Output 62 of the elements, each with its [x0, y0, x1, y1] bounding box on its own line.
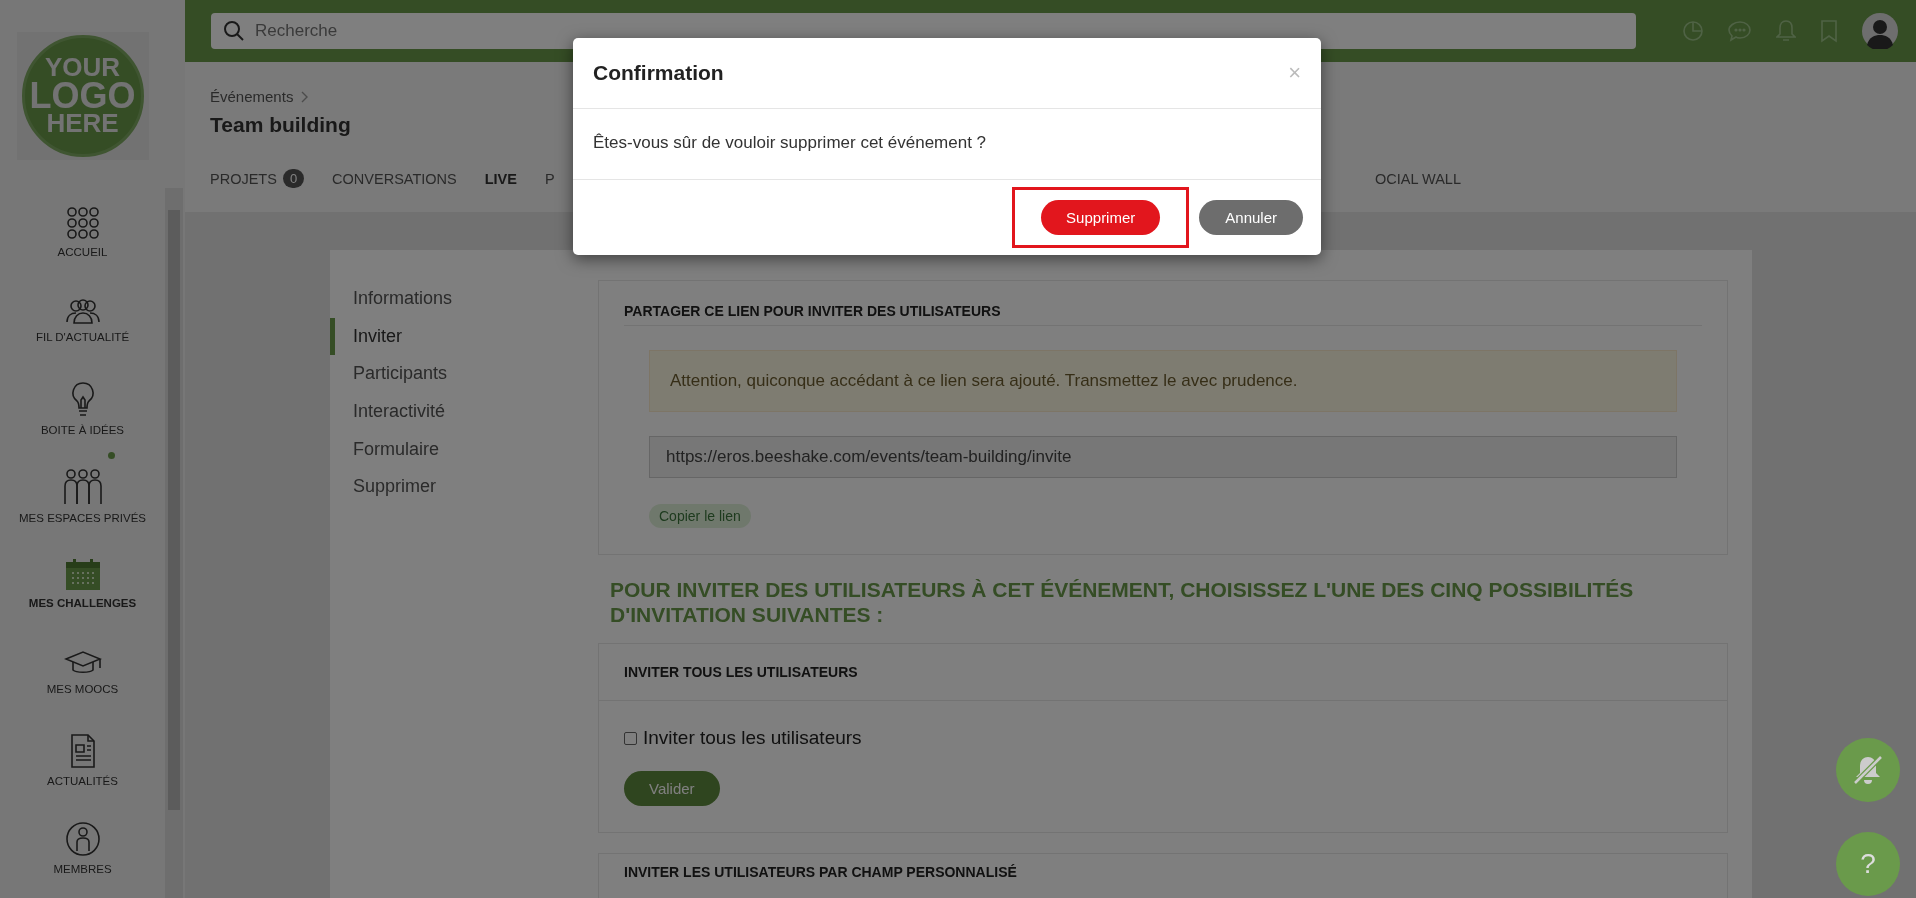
sidebar-item[interactable]: MES MOOCS — [0, 628, 165, 716]
dialog-message: Êtes-vous sûr de vouloir supprimer cet événement ? — [573, 109, 1321, 180]
sidebar-item[interactable]: MEMBRES — [0, 804, 165, 892]
sidebar-label: ACTUALITÉS — [47, 775, 118, 787]
bell-icon[interactable] — [1776, 19, 1796, 43]
sidebar-item[interactable]: MES CHALLENGES — [0, 540, 165, 628]
checkbox[interactable] — [624, 731, 637, 745]
bell-slash-icon — [1851, 753, 1885, 787]
chevron-right-icon — [301, 90, 310, 103]
sidebar-item[interactable]: MES ESPACES PRIVÉS — [0, 452, 165, 540]
section-title: PARTAGER CE LIEN POUR INVITER DES UTILISATEURS — [624, 303, 1702, 326]
breadcrumb-link[interactable]: Événements — [210, 88, 294, 105]
bookmark-icon[interactable] — [1820, 19, 1838, 43]
group-icon — [62, 468, 103, 506]
avatar[interactable] — [1862, 13, 1898, 49]
count-badge: 0 — [282, 169, 305, 188]
copy-link-button[interactable]: Copier le lien — [649, 504, 751, 528]
sidebar-label: MES ESPACES PRIVÉS — [19, 512, 146, 524]
settings-menu-item[interactable]: Interactivité — [330, 392, 598, 431]
chat-icon[interactable] — [1728, 20, 1752, 42]
dialog-title: Confirmation — [593, 61, 724, 85]
checkbox-label: Inviter tous les utilisateurs — [643, 727, 862, 750]
pie-chart-icon[interactable] — [1682, 20, 1704, 42]
settings-menu-item[interactable]: Supprimer — [330, 467, 598, 506]
sidebar-item[interactable]: ACCUEIL — [0, 188, 165, 276]
search-icon — [223, 20, 245, 42]
sidebar-label: MEMBRES — [53, 863, 112, 875]
scrollbar[interactable] — [165, 188, 183, 898]
settings-menu-item[interactable]: Informations — [330, 280, 598, 318]
close-button[interactable]: × — [1288, 60, 1301, 86]
settings-menu-item[interactable]: Participants — [330, 355, 598, 393]
sidebar-label: MES CHALLENGES — [28, 597, 137, 609]
sidebar-label: MES MOOCS — [46, 683, 119, 695]
tab[interactable]: OCIAL WALL — [1375, 170, 1461, 187]
settings-menu-item[interactable]: Formulaire — [330, 430, 598, 468]
section-title: INVITER LES UTILISATEURS PAR CHAMP PERSONNALISÉ — [598, 853, 1728, 898]
sidebar-label: ACCUEIL — [57, 246, 108, 258]
page-title: Team building — [210, 113, 351, 137]
validate-button[interactable]: Valider — [624, 771, 720, 807]
sidebar-item[interactable]: ACTUALITÉS — [0, 716, 165, 804]
tab[interactable]: PROJETS 0 — [210, 169, 305, 188]
tab[interactable]: P — [544, 170, 555, 187]
section-heading: POUR INVITER DES UTILISATEURS À CET ÉVÉNEMENT, CHOISISSEZ L'UNE DES CINQ POSSIBILITÉS D'INVITATION SUIVANTES : — [610, 577, 1635, 628]
calendar-icon — [64, 559, 101, 591]
people-icon — [63, 297, 102, 325]
section-title: INVITER TOUS LES UTILISATEURS — [599, 644, 1727, 702]
grid-icon — [65, 206, 100, 240]
sidebar-label: FIL D'ACTUALITÉ — [35, 331, 130, 343]
sidebar-item[interactable]: FIL D'ACTUALITÉ — [0, 276, 165, 364]
logo[interactable]: YOUR LOGO HERE — [21, 35, 144, 157]
settings-menu-item[interactable]: Inviter — [330, 317, 598, 356]
link-field[interactable]: https://eros.beeshake.com/events/team-building/invite — [649, 436, 1677, 478]
sidebar-label: BOITE À IDÉES — [40, 424, 125, 436]
warning-alert: Attention, quiconque accédant à ce lien sera ajouté. Transmettez le avec prudence. — [649, 350, 1677, 412]
sidebar-item[interactable]: BOITE À IDÉES — [0, 364, 165, 452]
person-circle-icon — [64, 821, 101, 857]
tab[interactable]: LIVE — [484, 170, 517, 187]
delete-button[interactable]: Supprimer — [1041, 200, 1161, 235]
document-icon — [68, 733, 97, 769]
cancel-button[interactable]: Annuler — [1199, 200, 1303, 235]
help-button[interactable]: ? — [1836, 832, 1900, 896]
tab[interactable]: CONVERSATIONS — [332, 170, 457, 187]
